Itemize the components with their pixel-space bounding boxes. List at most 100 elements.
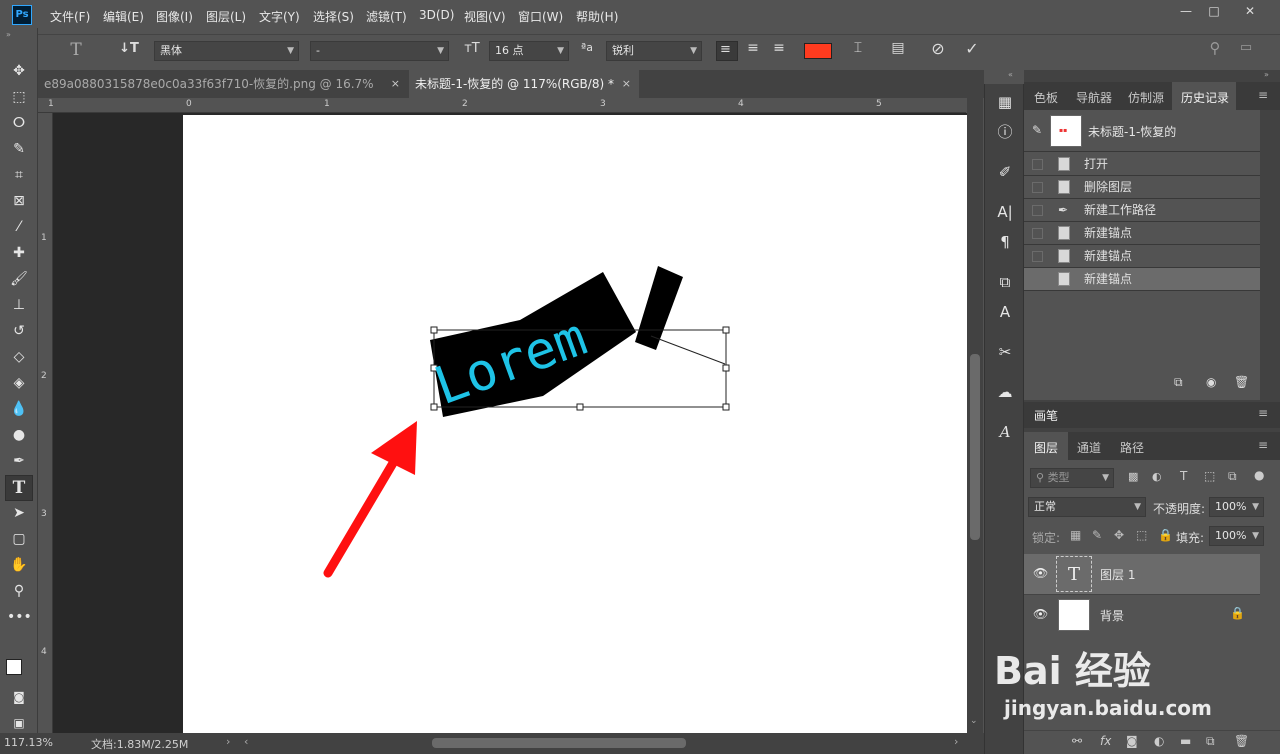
tab-history[interactable]: 历史记录: [1172, 82, 1236, 110]
menu-image[interactable]: 图像(I): [156, 8, 193, 25]
tab-swatches[interactable]: 色板: [1034, 89, 1058, 106]
trash-icon[interactable]: 🗑: [1234, 375, 1249, 389]
checkbox[interactable]: [1032, 251, 1043, 262]
scroll-down-icon[interactable]: ⌄: [970, 716, 978, 726]
move-tool-icon[interactable]: ✥: [7, 59, 31, 83]
text-color-swatch[interactable]: [804, 43, 832, 59]
eyedropper-tool-icon[interactable]: ⁄: [7, 215, 31, 239]
align-left-button[interactable]: ≡: [716, 41, 738, 61]
brush-settings-icon[interactable]: ✐: [993, 160, 1017, 184]
eye-icon[interactable]: 👁: [1033, 607, 1048, 621]
scroll-left-icon[interactable]: ‹: [244, 735, 248, 748]
brush-tool-icon[interactable]: 🖌: [7, 267, 31, 291]
warp-text-icon[interactable]: ⌶: [848, 40, 868, 56]
frame-tool-icon[interactable]: ⊠: [7, 189, 31, 213]
tab-document-2[interactable]: 未标题-1-恢复的 @ 117%(RGB/8) * ×: [409, 70, 639, 98]
scroll-thumb[interactable]: [970, 354, 980, 540]
add-mask-icon[interactable]: ◙: [1126, 734, 1138, 748]
close-window-button[interactable]: ✕: [1236, 2, 1264, 20]
font-style-select[interactable]: - ▼: [310, 41, 449, 61]
horizontal-scroll-thumb[interactable]: [432, 738, 686, 748]
paragraph-icon[interactable]: ¶: [993, 230, 1017, 254]
tab-document-1[interactable]: e89a0880315878e0c0a33f63f710-恢复的.png @ 1…: [38, 70, 408, 119]
layer-row[interactable]: 👁 背景 🔒: [1024, 594, 1260, 634]
clone-stamp-tool-icon[interactable]: ⊥: [7, 293, 31, 317]
menu-edit[interactable]: 编辑(E): [103, 8, 144, 25]
dodge-tool-icon[interactable]: ●: [7, 423, 31, 447]
marquee-tool-icon[interactable]: ⬚: [7, 85, 31, 109]
cancel-icon[interactable]: ⊘: [928, 39, 948, 58]
character-panel-icon[interactable]: ▤: [888, 40, 908, 56]
collapse-panels-icon[interactable]: «: [1008, 70, 1013, 79]
status-menu-arrow-icon[interactable]: ›: [226, 735, 230, 748]
checkbox[interactable]: [1032, 182, 1043, 193]
character-styles-icon[interactable]: A: [993, 300, 1017, 324]
menu-help[interactable]: 帮助(H): [576, 8, 618, 25]
lock-transparent-icon[interactable]: ▦: [1070, 528, 1081, 542]
antialias-select[interactable]: 锐利 ▼: [606, 41, 702, 61]
history-item[interactable]: 新建锚点: [1024, 222, 1260, 245]
opacity-input[interactable]: 100% ▼: [1209, 497, 1264, 517]
blur-tool-icon[interactable]: 💧: [7, 397, 31, 421]
text-orientation-icon[interactable]: ↓T: [118, 41, 140, 56]
paint-bucket-tool-icon[interactable]: ◈: [7, 371, 31, 395]
info-icon[interactable]: ⓘ: [993, 120, 1017, 144]
panel-menu-icon[interactable]: ≡: [1258, 406, 1268, 420]
3d-panel-icon[interactable]: ▦: [993, 90, 1017, 114]
filter-toggle-icon[interactable]: ●: [1254, 468, 1264, 482]
layer-row-selected[interactable]: 👁 T 图层 1: [1024, 554, 1260, 594]
layer-name[interactable]: 图层 1: [1100, 566, 1135, 583]
tab-navigator[interactable]: 导航器: [1076, 89, 1112, 106]
zoom-level[interactable]: 117.13%: [4, 736, 53, 749]
lock-all-icon[interactable]: 🔒: [1158, 528, 1173, 542]
history-snapshot[interactable]: ✎ ▪▪ 未标题-1-恢复的: [1024, 110, 1260, 152]
eraser-tool-icon[interactable]: ◇: [7, 345, 31, 369]
lock-artboard-icon[interactable]: ⬚: [1136, 528, 1147, 542]
filter-adjustment-icon[interactable]: ◐: [1152, 470, 1162, 483]
path-select-tool-icon[interactable]: ➤: [7, 501, 31, 525]
filter-smart-object-icon[interactable]: ⧉: [1228, 469, 1237, 484]
hand-tool-icon[interactable]: ✋: [7, 553, 31, 577]
history-scrollbar[interactable]: [1260, 110, 1280, 400]
history-item[interactable]: 新建锚点: [1024, 245, 1260, 268]
panel-menu-icon[interactable]: ≡: [1258, 438, 1268, 452]
checkbox[interactable]: [1032, 274, 1043, 285]
more-tools-icon[interactable]: •••: [7, 605, 32, 629]
healing-brush-tool-icon[interactable]: ✚: [7, 241, 31, 265]
close-icon[interactable]: ×: [622, 70, 631, 98]
collapse-arrows-icon[interactable]: »: [6, 30, 11, 39]
checkbox[interactable]: [1032, 228, 1043, 239]
libraries-icon[interactable]: ☁: [993, 380, 1017, 404]
history-item[interactable]: ✒ 新建工作路径: [1024, 199, 1260, 222]
menu-select[interactable]: 选择(S): [313, 8, 354, 25]
menu-3d[interactable]: 3D(D): [419, 8, 454, 22]
foreground-color-swatch[interactable]: [6, 659, 22, 675]
screen-mode-icon[interactable]: ▣: [7, 711, 31, 735]
paragraph-styles-icon[interactable]: ⧉: [993, 270, 1017, 294]
new-layer-icon[interactable]: ⧉: [1206, 734, 1215, 749]
new-document-from-state-icon[interactable]: ⧉: [1174, 375, 1183, 390]
crop-tool-icon[interactable]: ⌗: [7, 163, 31, 187]
close-icon[interactable]: ×: [391, 70, 400, 98]
camera-icon[interactable]: ◉: [1206, 375, 1216, 389]
workspace-icon[interactable]: ▭: [1236, 40, 1256, 55]
lock-image-icon[interactable]: ✎: [1092, 528, 1102, 542]
scroll-right-icon[interactable]: ›: [954, 735, 958, 748]
adjustment-layer-icon[interactable]: ◐: [1154, 734, 1164, 748]
type-tool-button[interactable]: T: [5, 475, 33, 501]
history-item[interactable]: 删除图层: [1024, 176, 1260, 199]
character-icon[interactable]: A|: [993, 200, 1017, 224]
menu-view[interactable]: 视图(V): [464, 8, 506, 25]
history-item[interactable]: 打开: [1024, 153, 1260, 176]
fill-input[interactable]: 100% ▼: [1209, 526, 1264, 546]
eye-icon[interactable]: 👁: [1033, 566, 1048, 580]
checkbox[interactable]: [1032, 205, 1043, 216]
fx-icon[interactable]: fx: [1100, 734, 1111, 748]
filter-type-icon[interactable]: T: [1180, 469, 1187, 483]
blend-mode-select[interactable]: 正常 ▼: [1028, 497, 1146, 517]
tab-clone-source[interactable]: 仿制源: [1128, 89, 1164, 106]
filter-shape-icon[interactable]: ⬚: [1204, 469, 1215, 483]
vertical-scrollbar[interactable]: ⌄: [967, 98, 983, 733]
filter-pixel-icon[interactable]: ▩: [1128, 470, 1138, 483]
tab-layers[interactable]: 图层: [1024, 432, 1068, 460]
